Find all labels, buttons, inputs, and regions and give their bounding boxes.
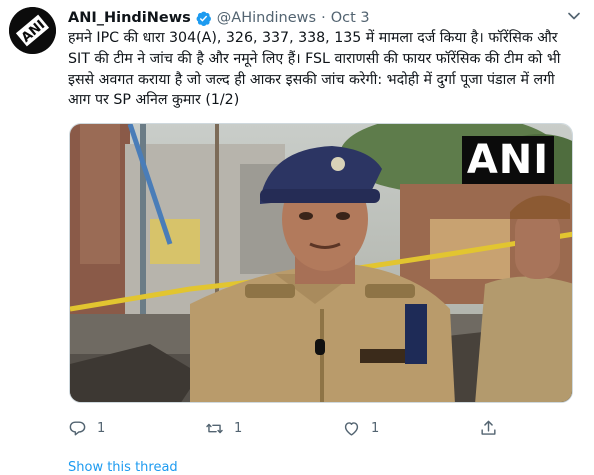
header-separator: ·	[321, 10, 326, 26]
retweet-icon	[206, 423, 223, 433]
more-caret-icon[interactable]	[564, 6, 584, 26]
tweet-actions: 1 1 1	[68, 416, 498, 440]
tweet-header: ANI_HindiNews @AHindinews · Oct 3	[68, 8, 370, 28]
media-ani-badge: ANI	[462, 136, 554, 184]
share-icon	[481, 420, 496, 435]
verified-badge-icon	[196, 11, 211, 26]
author-name[interactable]: ANI_HindiNews	[68, 10, 191, 26]
retweet-count: 1	[234, 420, 243, 436]
like-count: 1	[371, 420, 380, 436]
show-thread-link[interactable]: Show this thread	[68, 460, 178, 475]
author-handle[interactable]: @AHindinews	[217, 10, 316, 26]
tweet-date[interactable]: Oct 3	[331, 10, 370, 26]
reply-count: 1	[97, 420, 106, 436]
ani-logo-icon: ANI	[9, 7, 56, 54]
reply-button[interactable]: 1	[68, 419, 105, 438]
like-icon	[344, 421, 359, 436]
reply-icon	[69, 420, 86, 435]
retweet-button[interactable]: 1	[205, 419, 242, 438]
avatar[interactable]: ANI	[9, 7, 56, 54]
share-button[interactable]	[479, 419, 498, 438]
tweet-photo[interactable]: ANI	[69, 123, 573, 403]
like-button[interactable]: 1	[342, 419, 379, 438]
tweet-text: हमने IPC की धारा 304(A), 326, 337, 338, …	[68, 30, 561, 109]
